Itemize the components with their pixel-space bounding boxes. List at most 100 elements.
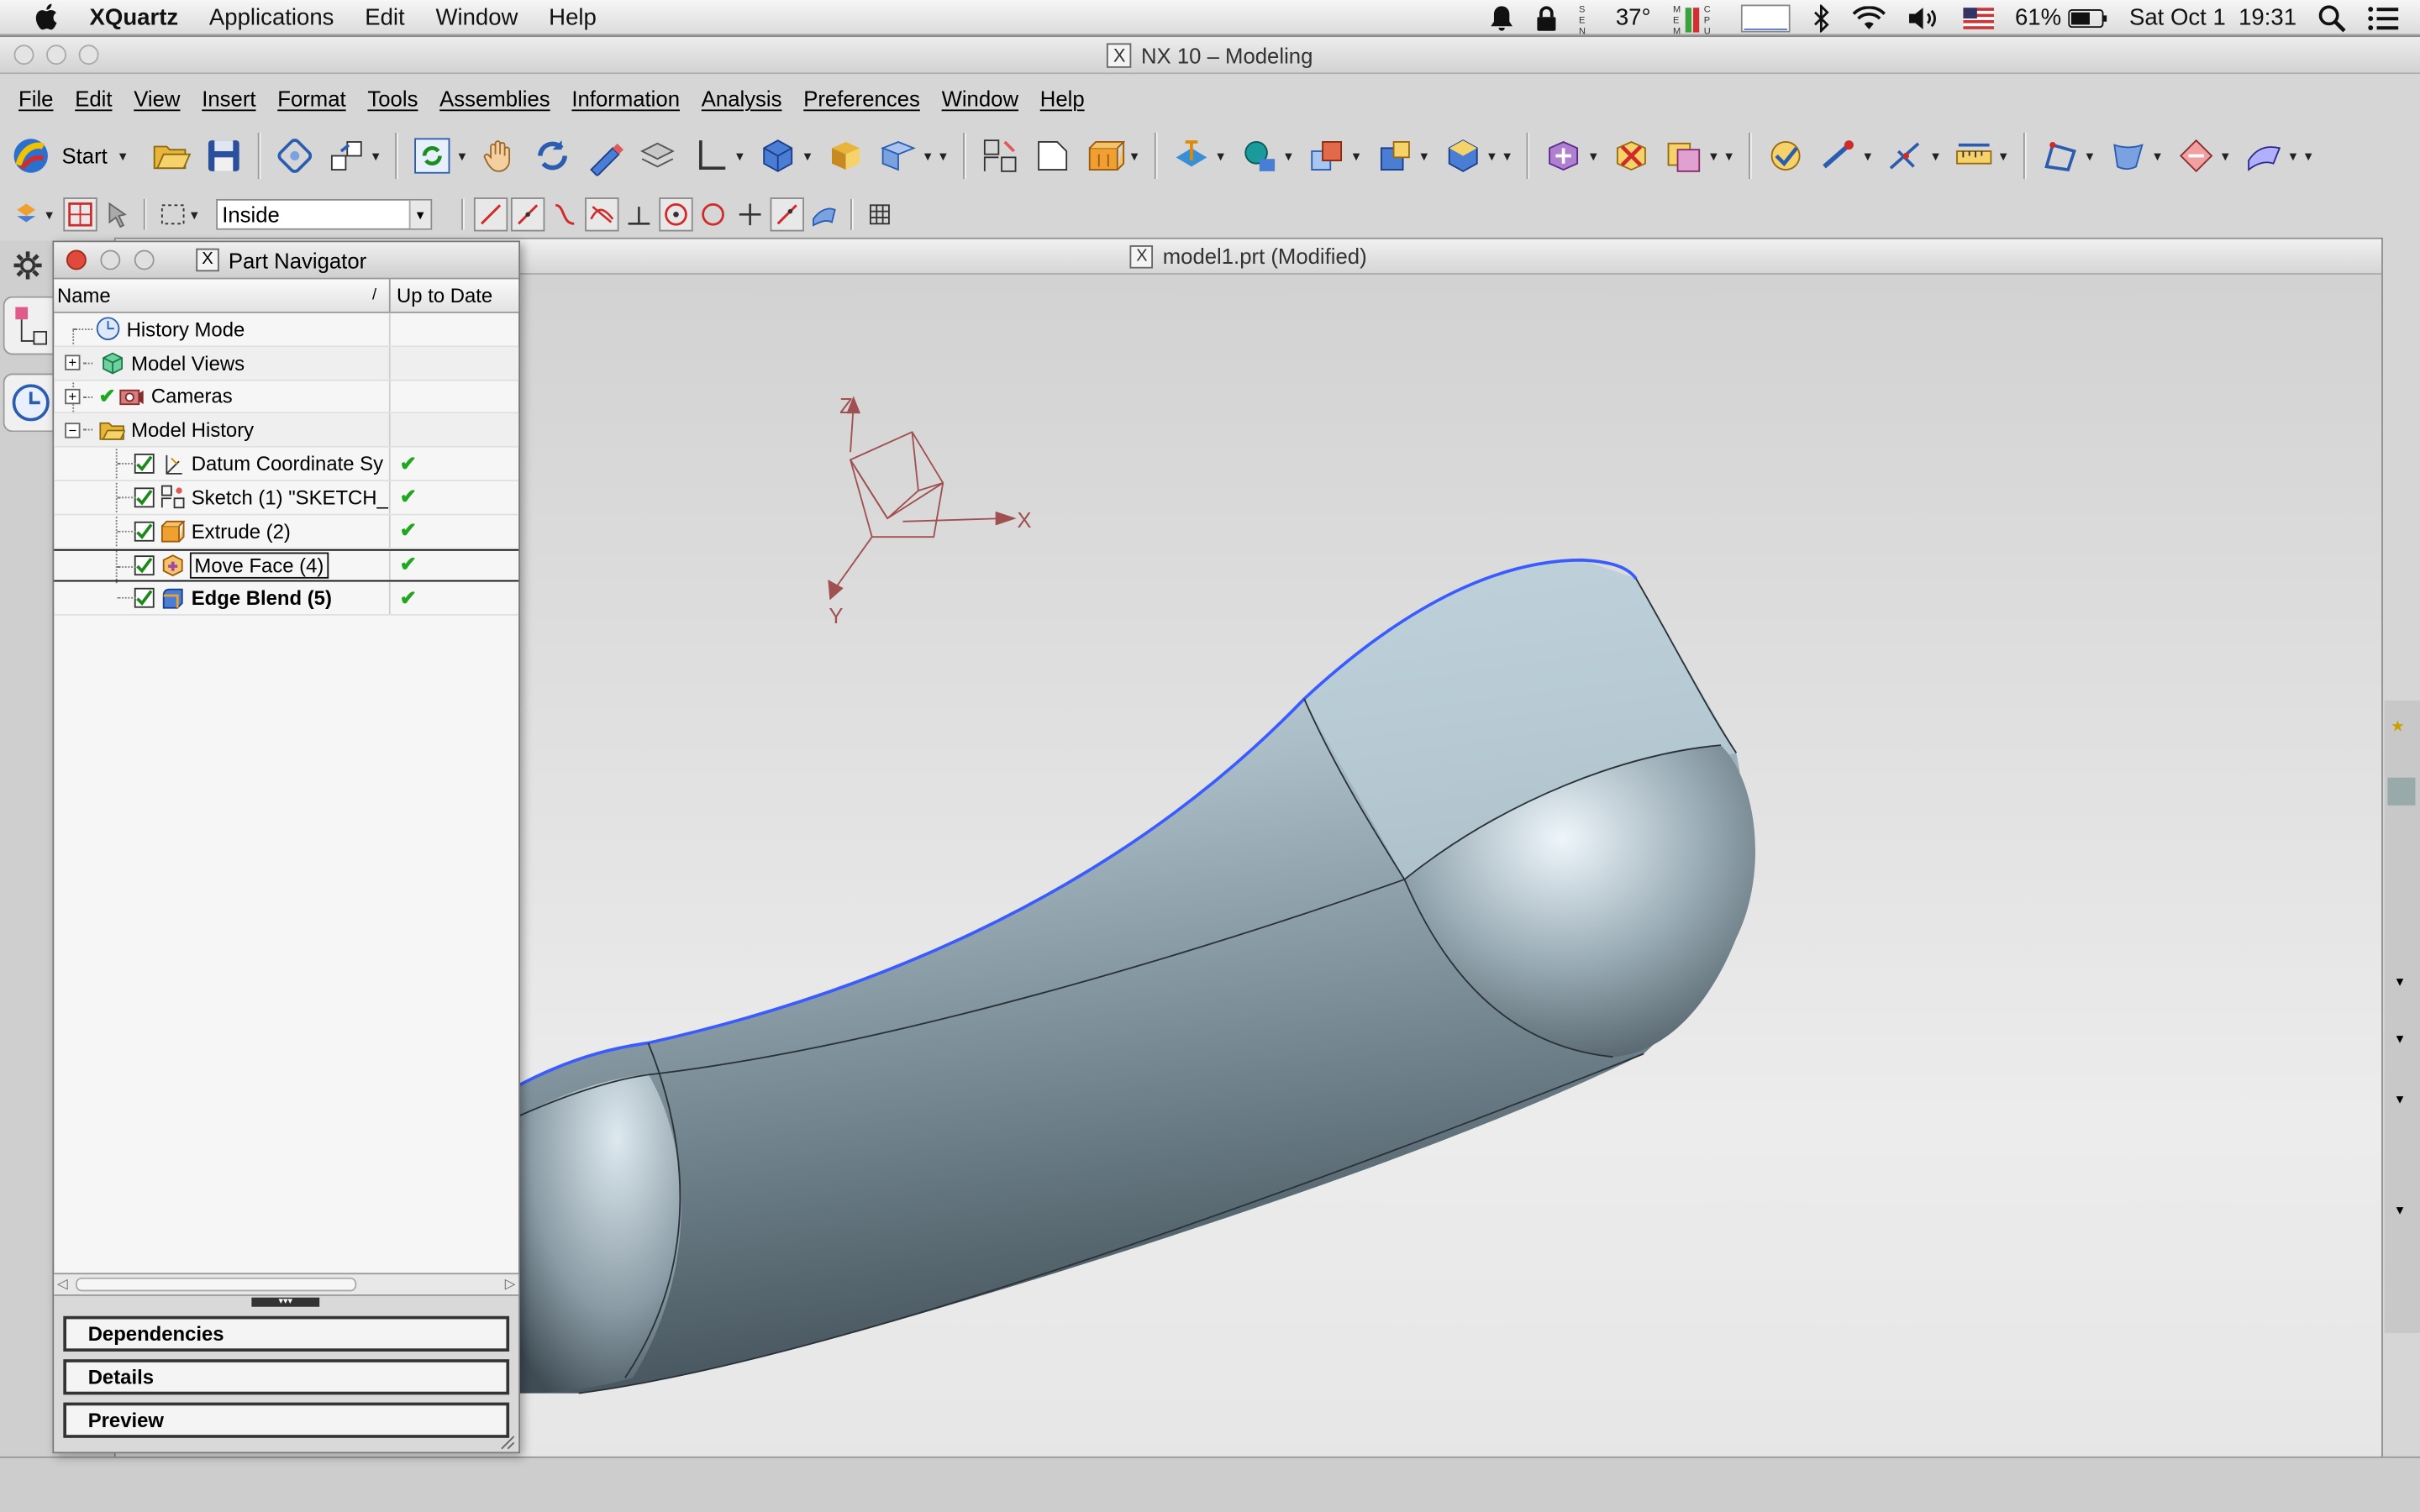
scroll-right-icon[interactable]: ▷ xyxy=(505,1276,516,1293)
star-icon[interactable]: ★ xyxy=(2391,719,2404,736)
layer-button[interactable] xyxy=(636,134,679,177)
tree-row-datum-csys[interactable]: Datum Coordinate Sy ✔ xyxy=(54,447,519,482)
menu-help[interactable]: Help xyxy=(1040,87,1085,111)
tab-assembly-navigator[interactable] xyxy=(3,296,56,355)
menu-analysis[interactable]: Analysis xyxy=(702,87,782,111)
render-style-button[interactable] xyxy=(756,134,799,177)
resource-settings-gear-icon[interactable] xyxy=(13,250,44,289)
menu-applications[interactable]: Applications xyxy=(209,4,334,30)
datum-csys-button[interactable] xyxy=(1170,134,1213,177)
horizontal-scrollbar[interactable]: ◁ ▷ xyxy=(54,1273,519,1296)
feature-checkbox[interactable] xyxy=(134,487,155,508)
menu-file[interactable]: File xyxy=(18,87,53,111)
chevron-down-icon[interactable]: ▼ xyxy=(2394,1032,2407,1047)
datum-plane-button[interactable] xyxy=(1031,134,1074,177)
volume-icon[interactable] xyxy=(1907,5,1940,29)
subtract-button[interactable] xyxy=(1373,134,1416,177)
tree-row-edge-blend[interactable]: Edge Blend (5) ✔ xyxy=(54,582,519,617)
tree-row-cameras[interactable]: + ✔ Cameras xyxy=(54,380,519,414)
bluetooth-icon[interactable] xyxy=(1812,3,1830,32)
pan-button[interactable] xyxy=(479,134,522,177)
select-all-button[interactable] xyxy=(100,197,134,231)
notification-bell-icon[interactable] xyxy=(1489,4,1513,32)
snap-quadrant-button[interactable] xyxy=(696,197,729,231)
open-button[interactable] xyxy=(149,134,192,177)
analysis-curvature-button[interactable] xyxy=(2039,134,2081,177)
us-flag-icon[interactable] xyxy=(1962,7,1994,29)
selection-scope-dropdown[interactable]: Inside ▼ xyxy=(215,198,432,230)
surface-button[interactable] xyxy=(2107,134,2149,177)
splitter-handle[interactable]: ▾▾▾ xyxy=(251,1297,320,1307)
scrollbar-thumb[interactable] xyxy=(75,1277,357,1292)
tree-row-history-mode[interactable]: History Mode xyxy=(54,312,519,347)
move-object-button[interactable] xyxy=(1543,134,1586,177)
window-minimize-button[interactable] xyxy=(46,45,66,66)
window-zoom-button[interactable] xyxy=(78,45,99,66)
point-button[interactable] xyxy=(1238,134,1281,177)
menu-tools[interactable]: Tools xyxy=(367,87,418,111)
reflection-button[interactable] xyxy=(2242,134,2285,177)
lock-icon[interactable] xyxy=(1535,4,1557,32)
face-analysis-button[interactable] xyxy=(2175,134,2217,177)
roles-icon[interactable] xyxy=(2387,777,2416,806)
snap-control-point-button[interactable] xyxy=(548,197,581,231)
view-orient-button[interactable] xyxy=(877,134,920,177)
snap-endpoint-button[interactable] xyxy=(473,197,508,232)
tab-history[interactable] xyxy=(3,373,56,433)
panel-zoom-button[interactable] xyxy=(134,249,155,270)
undo-list-button[interactable] xyxy=(272,134,315,177)
feature-checkbox[interactable] xyxy=(134,588,155,609)
menu-window[interactable]: Window xyxy=(942,87,1018,111)
chevron-down-icon[interactable]: ▼ xyxy=(2394,1092,2407,1106)
resize-grip-icon[interactable] xyxy=(497,1431,515,1450)
tree-row-model-views[interactable]: + Model Views xyxy=(54,346,519,381)
feature-checkbox[interactable] xyxy=(134,454,155,475)
sketch-button[interactable] xyxy=(979,134,1022,177)
tree-row-model-history[interactable]: − Model History xyxy=(54,413,519,448)
preview-panel-button[interactable]: Preview xyxy=(63,1402,510,1438)
snap-grid-button[interactable] xyxy=(862,197,896,231)
clock[interactable]: Sat Oct 1 19:31 xyxy=(2129,5,2296,31)
menu-preferences[interactable]: Preferences xyxy=(803,87,920,111)
column-uptodate-header[interactable]: Up to Date xyxy=(391,279,518,312)
snap-point-button[interactable] xyxy=(63,197,97,232)
dependencies-panel-button[interactable]: Dependencies xyxy=(63,1315,510,1352)
snap-center-button[interactable] xyxy=(658,197,693,232)
menu-edit[interactable]: Edit xyxy=(365,4,404,30)
show-hide-button[interactable] xyxy=(1765,134,1807,177)
chevron-down-icon[interactable]: ▼ xyxy=(2394,1204,2407,1218)
notification-center-icon[interactable] xyxy=(2368,5,2399,30)
battery-icon[interactable] xyxy=(2067,7,2107,29)
snap-midpoint-button[interactable] xyxy=(510,197,545,232)
chevron-down-icon[interactable]: ▼ xyxy=(2394,975,2407,990)
start-button[interactable]: Start ▼ xyxy=(9,134,135,177)
apple-icon[interactable] xyxy=(31,3,65,31)
menu-format[interactable]: Format xyxy=(277,87,345,111)
edit-section-button[interactable] xyxy=(584,134,627,177)
repeat-command-button[interactable] xyxy=(325,134,368,177)
details-panel-button[interactable]: Details xyxy=(63,1359,510,1395)
snap-point-on-curve-button[interactable] xyxy=(770,197,804,232)
menu-app-name[interactable]: XQuartz xyxy=(90,4,179,30)
measure-distance-button[interactable] xyxy=(1817,134,1860,177)
tree-row-extrude[interactable]: Extrude (2) ✔ xyxy=(54,515,519,549)
snap-point-on-face-button[interactable] xyxy=(807,197,840,231)
expand-toggle[interactable]: + xyxy=(65,354,81,371)
orient-view-button[interactable] xyxy=(824,134,867,177)
expand-toggle[interactable]: + xyxy=(65,388,81,405)
measure-angle-button[interactable] xyxy=(1885,134,1928,177)
menu-view[interactable]: View xyxy=(134,87,180,111)
feature-checkbox[interactable] xyxy=(134,521,155,542)
tree-row-sketch[interactable]: Sketch (1) "SKETCH_ ✔ xyxy=(54,481,519,516)
shell-button[interactable] xyxy=(1441,134,1484,177)
menu-window[interactable]: Window xyxy=(435,4,518,30)
panel-minimize-button[interactable] xyxy=(100,249,121,270)
panel-close-button[interactable] xyxy=(66,249,87,270)
snap-arc-center-button[interactable] xyxy=(622,197,655,231)
menu-insert[interactable]: Insert xyxy=(202,87,255,111)
wifi-icon[interactable] xyxy=(1851,5,1886,29)
column-name-header[interactable]: Name / xyxy=(54,279,391,312)
feature-checkbox[interactable] xyxy=(134,555,155,576)
menu-help[interactable]: Help xyxy=(549,4,597,30)
extrude-button[interactable] xyxy=(1083,134,1126,177)
